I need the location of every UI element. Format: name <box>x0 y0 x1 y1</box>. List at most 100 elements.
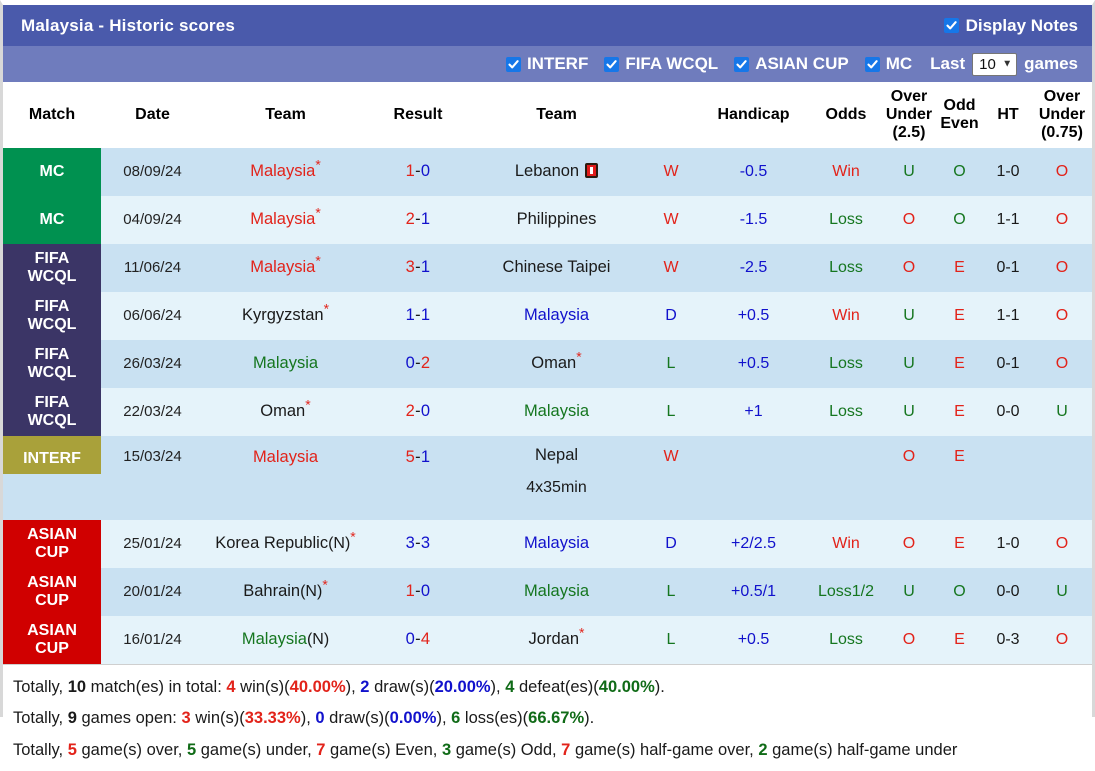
table-row[interactable]: FIFAWCQL26/03/24Malaysia0-2Oman*L+0.5Los… <box>3 340 1092 388</box>
ou25-line3: (2.5) <box>893 124 926 141</box>
competition-badge-line: ASIAN <box>27 526 77 543</box>
last-games-select[interactable]: 10 <box>972 53 1017 76</box>
cell-handicap: -2.5 <box>698 244 809 292</box>
filter-fifa-wcql[interactable]: FIFA WCQL <box>604 54 718 74</box>
cell-team-away[interactable]: Oman* <box>469 340 644 388</box>
cell-team-away[interactable]: Nepal4x35min <box>469 436 644 520</box>
cell-team-home[interactable]: Malaysia <box>204 436 367 520</box>
last-games-select-wrap[interactable]: 10 ▼ <box>972 53 1017 76</box>
cell-half-time-value: 1-0 <box>996 535 1019 552</box>
table-row[interactable]: FIFAWCQL06/06/24Kyrgyzstan*1-1MalaysiaD+… <box>3 292 1092 340</box>
team-home-name: Korea Republic <box>215 534 328 552</box>
cell-team-away[interactable]: Malaysia <box>469 292 644 340</box>
cell-team-home[interactable]: Malaysia(N) <box>204 616 367 664</box>
filter-asian-cup-label: ASIAN CUP <box>755 54 849 74</box>
competition-badge-line: FIFA <box>35 298 70 315</box>
cell-competition[interactable]: ASIANCUP <box>3 568 101 616</box>
cell-competition[interactable]: ASIANCUP <box>3 520 101 568</box>
table-row[interactable]: MC08/09/24Malaysia*1-0LebanonW-0.5WinUO1… <box>3 148 1092 196</box>
cell-over-under-075: O <box>1032 616 1092 664</box>
cell-half-time-value: 0-1 <box>996 259 1019 276</box>
oe-line2: Even <box>940 115 978 132</box>
home-advantage-star: * <box>305 397 310 413</box>
table-row[interactable]: INTERF15/03/24Malaysia5-1Nepal4x35minWOE <box>3 436 1092 520</box>
team-away-name: Philippines <box>517 210 597 228</box>
team-away-name: Lebanon <box>515 162 579 180</box>
table-row[interactable]: MC04/09/24Malaysia*2-1PhilippinesW-1.5Lo… <box>3 196 1092 244</box>
cell-team-home[interactable]: Malaysia* <box>204 148 367 196</box>
cell-result[interactable]: 1-0 <box>367 568 469 616</box>
cell-team-away[interactable]: Chinese Taipei <box>469 244 644 292</box>
cell-date: 04/09/24 <box>101 196 204 244</box>
cell-team-away[interactable]: Malaysia <box>469 388 644 436</box>
cell-competition[interactable]: FIFAWCQL <box>3 388 101 436</box>
table-row[interactable]: ASIANCUP25/01/24Korea Republic(N)*3-3Mal… <box>3 520 1092 568</box>
cell-team-home[interactable]: Malaysia* <box>204 196 367 244</box>
display-notes-toggle[interactable]: Display Notes <box>944 16 1078 36</box>
cell-outcome-value: W <box>663 163 678 180</box>
score-away: 3 <box>421 534 430 552</box>
cell-team-home[interactable]: Korea Republic(N)* <box>204 520 367 568</box>
cell-team-away[interactable]: Malaysia <box>469 520 644 568</box>
cell-handicap: +0.5 <box>698 340 809 388</box>
cell-competition[interactable]: FIFAWCQL <box>3 340 101 388</box>
filter-mc-checkbox[interactable] <box>865 57 880 72</box>
home-advantage-star: * <box>322 577 327 593</box>
cell-competition[interactable]: MC <box>3 148 101 196</box>
filter-interf-checkbox[interactable] <box>506 57 521 72</box>
cell-result[interactable]: 1-0 <box>367 148 469 196</box>
cell-team-home[interactable]: Oman* <box>204 388 367 436</box>
cell-result[interactable]: 2-1 <box>367 196 469 244</box>
table-header: Match Date Team Result Team Handicap Odd… <box>3 82 1092 148</box>
cell-team-home[interactable]: Malaysia <box>204 340 367 388</box>
open-draws-pct: 0.00% <box>390 709 437 727</box>
cell-result[interactable]: 1-1 <box>367 292 469 340</box>
cell-result[interactable]: 3-1 <box>367 244 469 292</box>
cell-half-time <box>984 436 1032 520</box>
filter-mc[interactable]: MC <box>865 54 912 74</box>
table-row[interactable]: ASIANCUP16/01/24Malaysia(N)0-4Jordan*L+0… <box>3 616 1092 664</box>
cell-team-home[interactable]: Kyrgyzstan* <box>204 292 367 340</box>
cell-date: 25/01/24 <box>101 520 204 568</box>
cell-odd-even: E <box>935 340 984 388</box>
cell-half-time-value: 1-1 <box>996 211 1019 228</box>
cell-team-home[interactable]: Malaysia* <box>204 244 367 292</box>
cell-competition[interactable]: ASIANCUP <box>3 616 101 664</box>
cell-over-under-25-value: O <box>903 448 915 465</box>
table-row[interactable]: ASIANCUP20/01/24Bahrain(N)*1-0MalaysiaL+… <box>3 568 1092 616</box>
cell-competition[interactable]: FIFAWCQL <box>3 244 101 292</box>
filter-interf[interactable]: INTERF <box>506 54 588 74</box>
cell-competition[interactable]: FIFAWCQL <box>3 292 101 340</box>
display-notes-checkbox[interactable] <box>944 18 959 33</box>
score-away: 0 <box>421 402 430 420</box>
cell-team-away[interactable]: Lebanon <box>469 148 644 196</box>
score-away: 1 <box>421 448 430 466</box>
cell-competition[interactable]: MC <box>3 196 101 244</box>
table-row[interactable]: FIFAWCQL22/03/24Oman*2-0MalaysiaL+1LossU… <box>3 388 1092 436</box>
filter-asian-cup-checkbox[interactable] <box>734 57 749 72</box>
cell-team-away[interactable]: Jordan* <box>469 616 644 664</box>
cell-team-home[interactable]: Bahrain(N)* <box>204 568 367 616</box>
cell-over-under-25: U <box>883 340 935 388</box>
cell-result[interactable]: 5-1 <box>367 436 469 520</box>
competition-badge-line: INTERF <box>23 450 81 467</box>
cell-result[interactable]: 0-2 <box>367 340 469 388</box>
competition-badge-line: FIFA <box>35 250 70 267</box>
filter-fifa-wcql-checkbox[interactable] <box>604 57 619 72</box>
cell-team-away[interactable]: Malaysia <box>469 568 644 616</box>
cell-odds: Loss <box>809 340 883 388</box>
cell-result[interactable]: 3-3 <box>367 520 469 568</box>
cell-result[interactable]: 2-0 <box>367 388 469 436</box>
cell-over-under-075-value: U <box>1056 583 1068 600</box>
cell-result[interactable]: 0-4 <box>367 616 469 664</box>
col-header-over-under-25: Over Under (2.5) <box>883 82 935 148</box>
cell-odd-even-value: E <box>954 631 965 648</box>
score-home: 0 <box>406 630 415 648</box>
historic-scores-table: Match Date Team Result Team Handicap Odd… <box>3 82 1092 664</box>
cell-outcome: L <box>644 388 698 436</box>
filter-asian-cup[interactable]: ASIAN CUP <box>734 54 849 74</box>
cell-over-under-25: O <box>883 616 935 664</box>
cell-competition[interactable]: INTERF <box>3 436 101 520</box>
cell-team-away[interactable]: Philippines <box>469 196 644 244</box>
table-row[interactable]: FIFAWCQL11/06/24Malaysia*3-1Chinese Taip… <box>3 244 1092 292</box>
